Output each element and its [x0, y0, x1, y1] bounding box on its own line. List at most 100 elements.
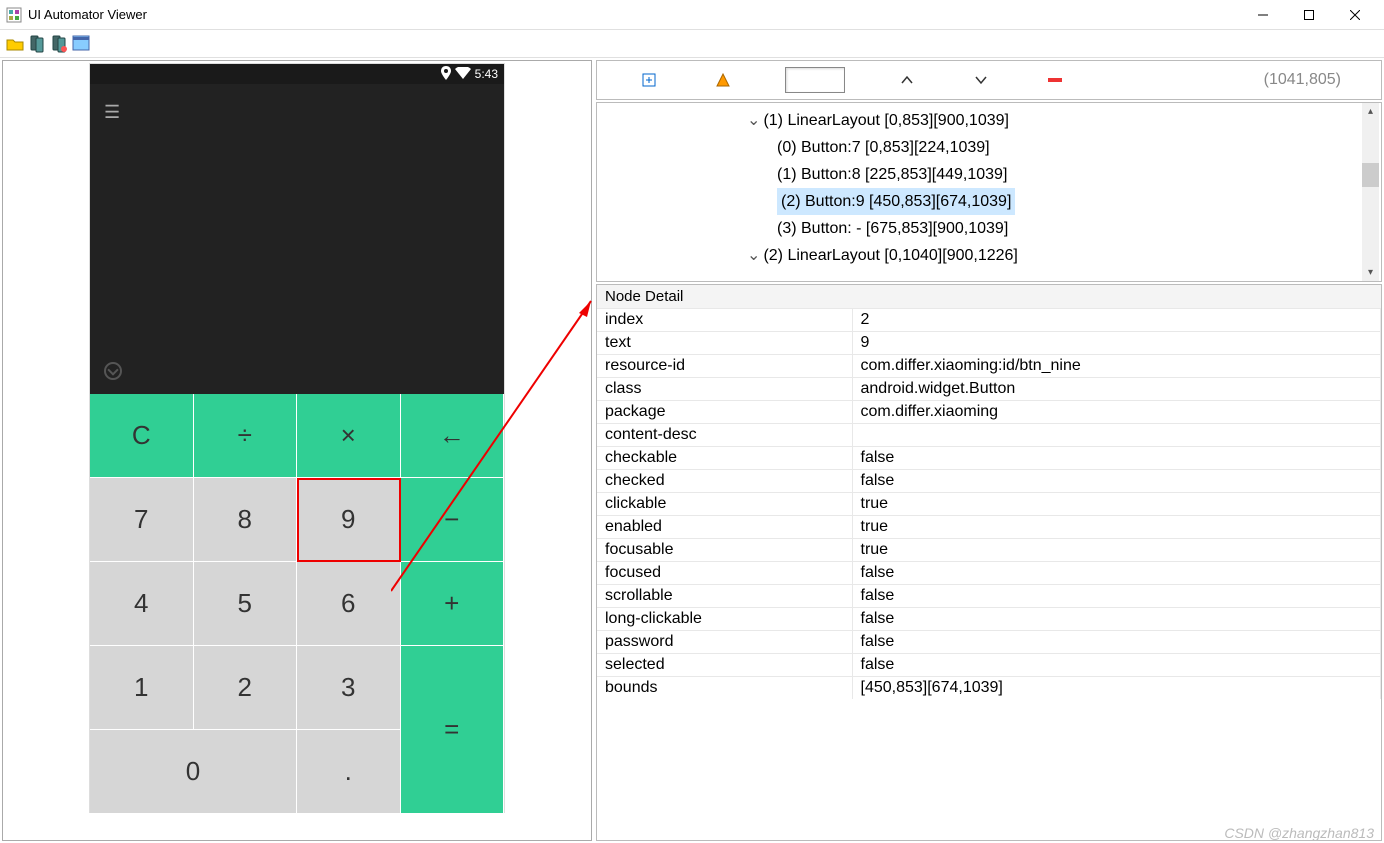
- detail-key: scrollable: [597, 585, 852, 608]
- detail-value: false: [852, 470, 1381, 493]
- clock-text: 5:43: [475, 67, 498, 81]
- detail-table: index2text9resource-idcom.differ.xiaomin…: [597, 308, 1381, 699]
- key-8[interactable]: 8: [194, 478, 298, 562]
- window-title: UI Automator Viewer: [28, 7, 147, 22]
- app-icon: [6, 7, 22, 23]
- key-1[interactable]: 1: [90, 646, 194, 730]
- detail-key: class: [597, 378, 852, 401]
- key-0[interactable]: 0: [90, 730, 297, 814]
- watermark: CSDN @zhangzhan813: [1224, 825, 1374, 841]
- detail-row[interactable]: content-desc: [597, 424, 1381, 447]
- detail-row[interactable]: passwordfalse: [597, 631, 1381, 654]
- detail-value: false: [852, 654, 1381, 677]
- detail-value: 2: [852, 309, 1381, 332]
- key-divide[interactable]: ÷: [194, 394, 298, 478]
- key-equals[interactable]: =: [401, 646, 505, 814]
- detail-header: Node Detail: [597, 285, 1381, 308]
- detail-row[interactable]: enabledtrue: [597, 516, 1381, 539]
- screenshot-pane: 5:43 ☰ C ÷ × ← 7 8 9 − 4 5 6 +: [2, 60, 592, 841]
- key-clear[interactable]: C: [90, 394, 194, 478]
- detail-row[interactable]: scrollablefalse: [597, 585, 1381, 608]
- key-6[interactable]: 6: [297, 562, 401, 646]
- detail-row[interactable]: index2: [597, 309, 1381, 332]
- detail-key: resource-id: [597, 355, 852, 378]
- hierarchy-tree[interactable]: ⌄ (1) LinearLayout [0,853][900,1039](0) …: [596, 102, 1382, 282]
- tree-scrollbar[interactable]: ▴ ▾: [1362, 103, 1379, 281]
- detail-row[interactable]: packagecom.differ.xiaoming: [597, 401, 1381, 424]
- toggle-naf-icon[interactable]: [711, 68, 735, 92]
- save-icon[interactable]: [72, 35, 90, 53]
- open-icon[interactable]: [6, 35, 24, 53]
- detail-row[interactable]: checkablefalse: [597, 447, 1381, 470]
- detail-key: enabled: [597, 516, 852, 539]
- expand-icon[interactable]: [104, 362, 122, 380]
- detail-key: content-desc: [597, 424, 852, 447]
- main-area: 5:43 ☰ C ÷ × ← 7 8 9 − 4 5 6 +: [0, 58, 1384, 843]
- search-input[interactable]: [785, 67, 845, 93]
- detail-value: 9: [852, 332, 1381, 355]
- key-dot[interactable]: .: [297, 730, 401, 814]
- next-icon[interactable]: [969, 68, 993, 92]
- key-9[interactable]: 9: [297, 478, 401, 562]
- key-7[interactable]: 7: [90, 478, 194, 562]
- close-button[interactable]: [1332, 1, 1378, 29]
- key-4[interactable]: 4: [90, 562, 194, 646]
- scroll-up-icon[interactable]: ▴: [1362, 103, 1379, 120]
- detail-key: focused: [597, 562, 852, 585]
- tree-node[interactable]: (1) Button:8 [225,853][449,1039]: [597, 161, 1381, 188]
- detail-value: android.widget.Button: [852, 378, 1381, 401]
- android-status-bar: 5:43: [90, 64, 504, 84]
- scroll-thumb[interactable]: [1362, 163, 1379, 187]
- tree-node[interactable]: (0) Button:7 [0,853][224,1039]: [597, 134, 1381, 161]
- detail-value: false: [852, 585, 1381, 608]
- detail-key: bounds: [597, 677, 852, 700]
- menu-icon[interactable]: ☰: [104, 102, 120, 123]
- detail-key: password: [597, 631, 852, 654]
- detail-value: false: [852, 562, 1381, 585]
- wifi-icon: [455, 67, 471, 82]
- detail-value: false: [852, 447, 1381, 470]
- node-detail-pane: Node Detail index2text9resource-idcom.di…: [596, 284, 1382, 841]
- detail-row[interactable]: selectedfalse: [597, 654, 1381, 677]
- maximize-button[interactable]: [1286, 1, 1332, 29]
- tree-toolbar: (1041,805): [596, 60, 1382, 100]
- device-dump-compressed-icon[interactable]: [50, 35, 68, 53]
- detail-row[interactable]: focusabletrue: [597, 539, 1381, 562]
- minimize-button[interactable]: [1240, 1, 1286, 29]
- toolbar: [0, 30, 1384, 58]
- key-2[interactable]: 2: [194, 646, 298, 730]
- tree-node[interactable]: (2) Button:9 [450,853][674,1039]: [597, 188, 1381, 215]
- detail-key: long-clickable: [597, 608, 852, 631]
- detail-row[interactable]: focusedfalse: [597, 562, 1381, 585]
- coordinates-label: (1041,805): [1264, 71, 1341, 89]
- detail-row[interactable]: checkedfalse: [597, 470, 1381, 493]
- device-dump-icon[interactable]: [28, 35, 46, 53]
- detail-row[interactable]: clickabletrue: [597, 493, 1381, 516]
- detail-row[interactable]: text9: [597, 332, 1381, 355]
- tree-node[interactable]: (3) Button: - [675,853][900,1039]: [597, 215, 1381, 242]
- detail-key: index: [597, 309, 852, 332]
- detail-key: focusable: [597, 539, 852, 562]
- detail-key: selected: [597, 654, 852, 677]
- key-multiply[interactable]: ×: [297, 394, 401, 478]
- detail-row[interactable]: resource-idcom.differ.xiaoming:id/btn_ni…: [597, 355, 1381, 378]
- key-3[interactable]: 3: [297, 646, 401, 730]
- tree-node[interactable]: ⌄ (1) LinearLayout [0,853][900,1039]: [597, 107, 1381, 134]
- detail-value: true: [852, 493, 1381, 516]
- scroll-down-icon[interactable]: ▾: [1362, 264, 1379, 281]
- delete-icon[interactable]: [1043, 68, 1067, 92]
- detail-row[interactable]: long-clickablefalse: [597, 608, 1381, 631]
- detail-key: text: [597, 332, 852, 355]
- detail-value: com.differ.xiaoming: [852, 401, 1381, 424]
- detail-value: true: [852, 539, 1381, 562]
- key-5[interactable]: 5: [194, 562, 298, 646]
- tree-node[interactable]: ⌄ (2) LinearLayout [0,1040][900,1226]: [597, 242, 1381, 269]
- window-controls: [1240, 1, 1378, 29]
- prev-icon[interactable]: [895, 68, 919, 92]
- detail-key: checkable: [597, 447, 852, 470]
- detail-value: false: [852, 631, 1381, 654]
- detail-row[interactable]: classandroid.widget.Button: [597, 378, 1381, 401]
- detail-row[interactable]: bounds[450,853][674,1039]: [597, 677, 1381, 700]
- expand-all-icon[interactable]: [637, 68, 661, 92]
- detail-value: true: [852, 516, 1381, 539]
